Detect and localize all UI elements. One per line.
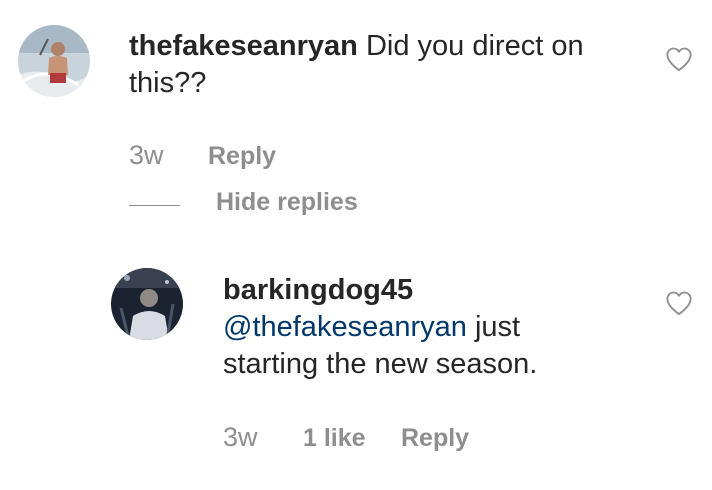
reply-text-block: @thefakeseanryan just starting the new s… (223, 309, 613, 383)
comment-body: thefakeseanryan Did you direct on this?? (129, 28, 629, 102)
comment-timestamp: 3w (129, 140, 164, 170)
commenter-avatar[interactable] (18, 25, 90, 97)
commenter-avatar-image (18, 25, 90, 97)
reply-body: barkingdog45 @thefakeseanryan just start… (223, 272, 613, 383)
reply-avatar-image (111, 268, 183, 340)
comment-username[interactable]: thefakeseanryan (129, 30, 358, 62)
reply-avatar[interactable] (111, 268, 183, 340)
reply-likes-count[interactable]: 1 like (303, 424, 366, 453)
hide-replies-button[interactable]: Hide replies (216, 188, 358, 217)
replies-divider (129, 205, 180, 206)
heart-icon[interactable] (665, 290, 693, 316)
comment-reply-button[interactable]: Reply (208, 142, 276, 171)
reply-timestamp: 3w (223, 422, 258, 452)
reply-reply-button[interactable]: Reply (401, 424, 469, 453)
reply-mention-link[interactable]: @thefakeseanryan (223, 311, 467, 343)
heart-icon[interactable] (665, 46, 693, 72)
reply-username[interactable]: barkingdog45 (223, 272, 613, 309)
